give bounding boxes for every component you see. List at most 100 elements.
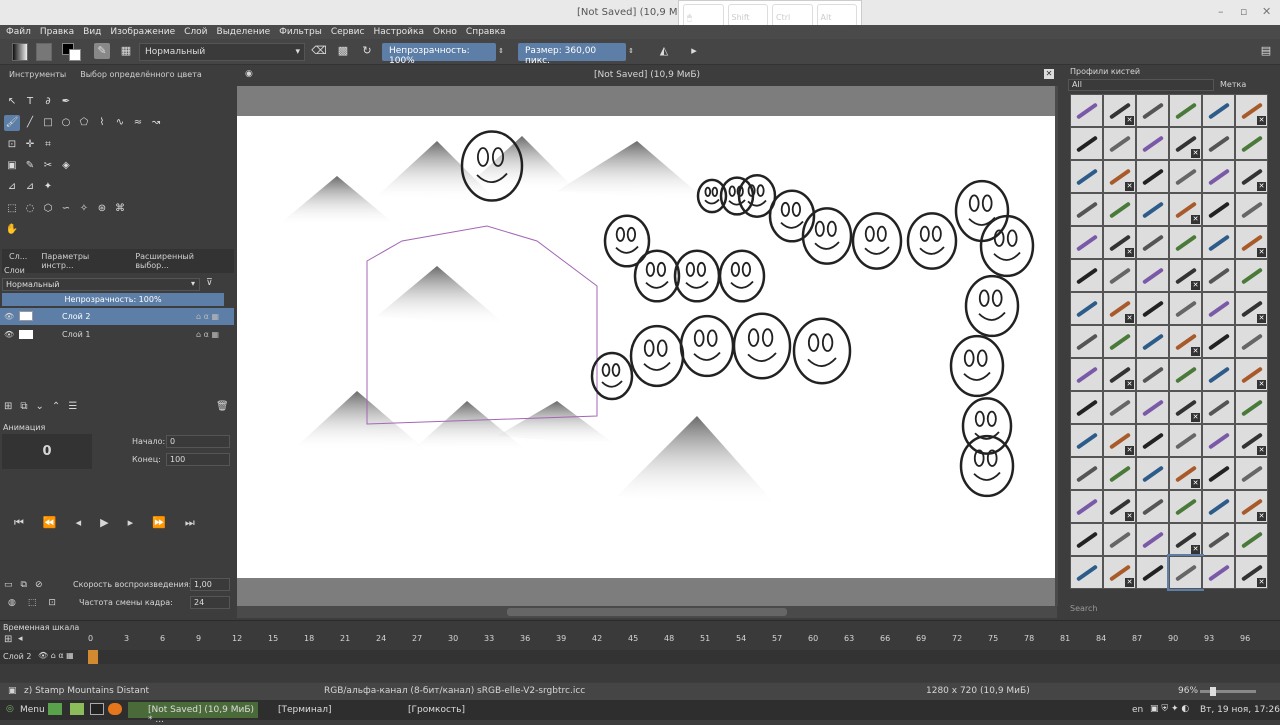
lock-icon[interactable]: ⌂ α ▦	[196, 326, 219, 343]
brush-preset-tile[interactable]	[1235, 457, 1268, 490]
drop-frames-icon[interactable]: ▭	[4, 580, 13, 590]
bezier-icon[interactable]: ∿	[112, 115, 128, 131]
color-swatch-icon[interactable]	[62, 43, 82, 61]
mirror-vertical-icon[interactable]: ▸	[686, 43, 702, 59]
duplicate-layer-icon[interactable]: ⧉	[20, 401, 27, 412]
brush-preset-tile[interactable]: ✕	[1235, 424, 1268, 457]
brush-preset-tile[interactable]	[1136, 94, 1169, 127]
brush-preset-tile[interactable]	[1070, 325, 1103, 358]
layer-properties-icon[interactable]: ☰	[68, 401, 77, 412]
brush-icon[interactable]: 🖌	[4, 115, 20, 131]
layer-row[interactable]: 👁 Слой 2 ⌂ α ▦	[0, 308, 234, 325]
add-keyframe-icon[interactable]: ⊞	[4, 634, 12, 645]
brush-preset-tile[interactable]	[1169, 160, 1202, 193]
brush-preset-tile[interactable]: ✕	[1103, 226, 1136, 259]
scroll-thumb[interactable]	[507, 608, 787, 616]
brush-preset-tile[interactable]	[1070, 94, 1103, 127]
brush-preset-tile[interactable]	[1235, 325, 1268, 358]
tab-tool-options[interactable]: Параметры инстр...	[34, 249, 128, 273]
menu-filters[interactable]: Фильтры	[279, 27, 322, 37]
brush-preset-tile[interactable]	[1202, 325, 1235, 358]
assistant-icon[interactable]: ⊿	[22, 179, 38, 195]
mirror-horizontal-icon[interactable]: ◭	[656, 43, 672, 59]
brush-preset-tile[interactable]	[1167, 554, 1204, 591]
brush-preset-tile[interactable]	[1136, 292, 1169, 325]
measure-icon[interactable]: ⊿	[4, 179, 20, 195]
brush-preset-tile[interactable]	[1136, 556, 1169, 589]
brush-preset-tile[interactable]	[1070, 490, 1103, 523]
brush-preset-tile[interactable]: ✕	[1103, 556, 1136, 589]
pattern-swatch[interactable]	[36, 43, 52, 61]
brush-preset-tile[interactable]: ✕	[1103, 160, 1136, 193]
brush-preset-tile[interactable]: ✕	[1235, 160, 1268, 193]
maximize-icon[interactable]: ▫	[1240, 5, 1247, 18]
brush-preset-tile[interactable]	[1136, 457, 1169, 490]
show-desktop-icon[interactable]	[48, 703, 62, 715]
brush-preset-tile[interactable]	[1235, 127, 1268, 160]
brush-preset-tile[interactable]	[1235, 259, 1268, 292]
tab-advanced-color[interactable]: Расширенный выбор...	[128, 249, 234, 273]
brush-preset-tile[interactable]	[1103, 391, 1136, 424]
size-slider[interactable]: Размер: 360,00 пикс.	[518, 43, 626, 66]
frame-ruler[interactable]: 0 3 6 9 12 15 18 21 24 27 30 33 36 39 42 45 48 51 54 57 60 63…	[88, 634, 1280, 644]
current-frame-field[interactable]: 0	[2, 434, 92, 469]
brush-preset-tile[interactable]	[1103, 259, 1136, 292]
brush-preset-tile[interactable]: ✕	[1169, 523, 1202, 556]
menu-window[interactable]: Окно	[433, 27, 457, 37]
layer-opacity-slider[interactable]: Непрозрачность: 100%	[2, 293, 224, 306]
brush-preset-tile[interactable]	[1070, 226, 1103, 259]
opacity-slider[interactable]: Непрозрачность: 100%	[382, 43, 496, 66]
brush-preset-tile[interactable]: ✕	[1103, 490, 1136, 523]
first-frame-icon[interactable]: ⏮	[14, 516, 24, 530]
brush-preset-tile[interactable]	[1202, 391, 1235, 424]
brush-preset-tile[interactable]	[1235, 391, 1268, 424]
brush-preset-tile[interactable]	[1070, 556, 1103, 589]
speed-input[interactable]: 1,00	[190, 578, 230, 591]
task-volume[interactable]: [Громкость]	[408, 705, 465, 715]
brush-preset-tile[interactable]	[1103, 523, 1136, 556]
brush-preset-tile[interactable]	[1136, 127, 1169, 160]
menu-icon[interactable]: ◎	[6, 704, 14, 714]
menu-edit[interactable]: Правка	[40, 27, 74, 37]
delete-layer-icon[interactable]: 🗑	[216, 401, 229, 412]
brush-preset-tile[interactable]	[1202, 292, 1235, 325]
brush-preset-tile[interactable]	[1202, 523, 1235, 556]
brush-preset-tile[interactable]	[1103, 457, 1136, 490]
brush-preset-tile[interactable]	[1169, 94, 1202, 127]
play-icon[interactable]: ▶	[100, 516, 108, 530]
brush-preset-tile[interactable]: ✕	[1235, 490, 1268, 523]
brush-preset-tile[interactable]	[1202, 193, 1235, 226]
brush-preset-tile[interactable]: ✕	[1235, 358, 1268, 391]
canvas-viewport[interactable]	[237, 86, 1065, 606]
blend-mode-select[interactable]: Нормальный ▾	[139, 43, 305, 61]
ellipse-icon[interactable]: ○	[58, 115, 74, 131]
calligraphy-icon[interactable]: ∂	[40, 94, 56, 110]
bezier-select-icon[interactable]: ⌘	[112, 201, 128, 217]
brush-preset-tile[interactable]: ✕	[1169, 127, 1202, 160]
rate-input[interactable]: 24	[190, 596, 230, 609]
brush-preset-tile[interactable]	[1136, 424, 1169, 457]
contiguous-select-icon[interactable]: ✧	[76, 201, 92, 217]
reload-preset-icon[interactable]: ↻	[359, 43, 375, 59]
timing-icon[interactable]: ⊡	[48, 598, 56, 608]
brush-preset-tile[interactable]	[1136, 259, 1169, 292]
text-icon[interactable]: T	[22, 94, 38, 110]
close-icon[interactable]: ✕	[1262, 5, 1271, 18]
brush-filter-select[interactable]: All	[1068, 79, 1214, 91]
ellipse-select-icon[interactable]: ◌	[22, 201, 38, 217]
firefox-icon[interactable]	[108, 703, 122, 715]
workspace-icon[interactable]: ▤	[1258, 43, 1274, 59]
tab-color-selector[interactable]: Выбор определённого цвета	[73, 67, 209, 82]
brush-preset-tile[interactable]	[1136, 391, 1169, 424]
brush-preset-tile[interactable]	[1070, 193, 1103, 226]
audio-icon[interactable]: ◂	[18, 634, 23, 644]
end-frame-input[interactable]: 100	[166, 453, 230, 466]
similar-select-icon[interactable]: ⊛	[94, 201, 110, 217]
visibility-icon[interactable]: 👁 ⌂ α ▦	[38, 651, 74, 660]
menu-settings[interactable]: Настройка	[373, 27, 424, 37]
timeline-layer-row[interactable]: Слой 2 👁 ⌂ α ▦	[0, 650, 1280, 664]
brush-preset-tile[interactable]	[1070, 523, 1103, 556]
brush-preset-icon[interactable]: ✎	[94, 43, 110, 59]
brush-preset-tile[interactable]	[1136, 523, 1169, 556]
brush-preset-tile[interactable]: ✕	[1103, 292, 1136, 325]
